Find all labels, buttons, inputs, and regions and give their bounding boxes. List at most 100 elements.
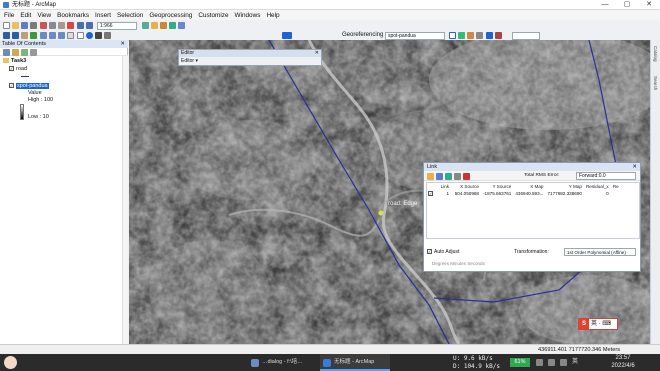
taskbar-item-arcmap[interactable]: 无标题 - ArcMap — [320, 354, 390, 371]
paste-icon[interactable] — [58, 22, 65, 29]
map-scale-field[interactable]: 1:966 — [97, 21, 137, 30]
toc-root[interactable]: Task3 — [3, 58, 26, 65]
volume-icon[interactable] — [560, 359, 567, 366]
identify-icon[interactable] — [86, 32, 93, 39]
fit-to-display-icon[interactable] — [449, 32, 456, 39]
editor-menu[interactable]: Editor ▾ — [179, 57, 321, 66]
layer-road-checkbox[interactable]: ✓ — [9, 66, 14, 72]
menu-file[interactable]: File — [4, 12, 14, 19]
print-icon[interactable] — [30, 22, 37, 29]
menu-help[interactable]: Help — [266, 12, 279, 19]
col-link[interactable]: Link — [437, 183, 451, 190]
list-by-selection-icon[interactable] — [30, 49, 37, 56]
arctoolbox-icon[interactable] — [160, 22, 167, 29]
select-link-icon[interactable] — [445, 172, 452, 180]
table-row[interactable]: ✓ 1 504.050968 -1875.663761 436940.593..… — [426, 190, 621, 197]
wifi-icon[interactable] — [548, 359, 555, 366]
view-link-table-icon[interactable] — [495, 32, 502, 39]
undo-icon[interactable] — [77, 22, 84, 29]
col-x-source[interactable]: X Source — [451, 183, 481, 190]
row-checkbox[interactable]: ✓ — [426, 190, 437, 197]
list-by-drawing-order-icon[interactable] — [3, 49, 10, 56]
cut-icon[interactable] — [40, 22, 47, 29]
copy-icon[interactable] — [49, 22, 56, 29]
catalog-icon[interactable] — [151, 22, 158, 29]
menu-bookmarks[interactable]: Bookmarks — [57, 12, 89, 19]
search-tab[interactable]: Search — [653, 76, 658, 90]
add-control-points-icon[interactable] — [486, 32, 493, 39]
col-residual-x[interactable]: Residual_x — [584, 183, 611, 190]
modelbuilder-icon[interactable] — [178, 22, 185, 29]
georeferencing-menu[interactable]: Georeferencing ▾ — [342, 31, 388, 40]
maximize-button[interactable]: ▢ — [616, 0, 638, 10]
zoom-link-icon[interactable] — [454, 172, 461, 180]
delete-link-icon[interactable] — [463, 172, 470, 180]
menu-selection[interactable]: Selection — [117, 12, 143, 19]
swipe-icon[interactable] — [282, 32, 292, 39]
menu-customize[interactable]: Customize — [198, 12, 228, 19]
battery-badge[interactable]: 61% — [510, 358, 530, 367]
status-bar: 436911.401 7177720.346 Meters — [0, 344, 660, 354]
link-table: Link X Source Y Source X Map Y Map Resid… — [426, 183, 621, 197]
clock[interactable]: 23:57 2022/4/6 — [608, 355, 638, 370]
clock-date: 2022/4/6 — [611, 362, 635, 369]
rms-value-field[interactable]: Forward:0.0 — [576, 172, 636, 180]
col-residual-y[interactable]: Re — [611, 183, 621, 190]
menu-windows[interactable]: Windows — [235, 12, 261, 19]
cell-residual-y — [611, 190, 621, 197]
georeference-layer-select[interactable]: spot-pandua — [385, 31, 445, 40]
transformation-select[interactable]: 1st Order Polynomial (Affine) — [564, 248, 636, 256]
toc-scrollbar[interactable] — [122, 56, 128, 360]
auto-adjust[interactable]: ✓ Auto Adjust — [427, 249, 459, 255]
editor-close-icon[interactable]: ✕ — [315, 50, 319, 57]
shift-icon[interactable] — [467, 32, 474, 39]
blank-field[interactable] — [512, 31, 540, 40]
minimize-button[interactable]: — — [594, 0, 616, 10]
tray-icon[interactable] — [536, 359, 543, 366]
back-icon[interactable] — [49, 32, 56, 39]
open-icon[interactable] — [12, 22, 19, 29]
col-x-map[interactable]: X Map — [513, 183, 545, 190]
zoom-out-icon[interactable] — [12, 32, 19, 39]
forward-icon[interactable] — [58, 32, 65, 39]
start-button[interactable] — [4, 356, 17, 369]
fixed-zoom-icon[interactable] — [40, 32, 47, 39]
python-icon[interactable] — [169, 22, 176, 29]
catalog-tab[interactable]: Catalog — [653, 46, 658, 62]
ime-tray[interactable]: 英 — [572, 358, 578, 367]
layer-road[interactable]: ✓ road — [9, 66, 27, 73]
scale-icon[interactable] — [476, 32, 483, 39]
measure-icon[interactable] — [104, 32, 111, 39]
menu-geoprocessing[interactable]: Geoprocessing — [149, 12, 192, 19]
taskbar-item-dialog[interactable]: …dialog - f:\培… — [248, 354, 318, 371]
menu-insert[interactable]: Insert — [95, 12, 111, 19]
link-window-close-icon[interactable]: ✕ — [632, 163, 637, 171]
editor-toolbar-icon[interactable] — [142, 22, 149, 29]
zoom-in-icon[interactable] — [3, 32, 10, 39]
full-extent-icon[interactable] — [30, 32, 37, 39]
find-icon[interactable] — [95, 32, 102, 39]
toc-close-icon[interactable]: ✕ — [120, 40, 125, 48]
save-icon[interactable] — [21, 22, 28, 29]
layer-spot-checkbox[interactable]: ✓ — [9, 83, 14, 89]
redo-icon[interactable] — [86, 22, 93, 29]
close-button[interactable]: ✕ — [638, 0, 660, 10]
col-check — [426, 183, 437, 190]
load-icon[interactable] — [427, 172, 434, 180]
menu-edit[interactable]: Edit — [20, 12, 31, 19]
save-links-icon[interactable] — [436, 172, 443, 180]
select-features-icon[interactable] — [67, 32, 74, 39]
select-elements-icon[interactable] — [77, 32, 84, 39]
col-y-source[interactable]: Y Source — [481, 183, 513, 190]
layer-spot[interactable]: ✓ spot-pandua — [9, 83, 49, 90]
col-y-map[interactable]: Y Map — [545, 183, 584, 190]
menu-view[interactable]: View — [37, 12, 51, 19]
delete-icon[interactable] — [67, 22, 74, 29]
ime-indicator[interactable]: S英 · ⌨ — [578, 318, 618, 330]
list-by-source-icon[interactable] — [12, 49, 19, 56]
rotate-icon[interactable] — [458, 32, 465, 39]
pan-icon[interactable] — [21, 32, 28, 39]
list-by-visibility-icon[interactable] — [21, 49, 28, 56]
link-toolbar: Total RMS Error: Forward:0.0 — [424, 171, 640, 181]
new-icon[interactable] — [3, 22, 10, 29]
